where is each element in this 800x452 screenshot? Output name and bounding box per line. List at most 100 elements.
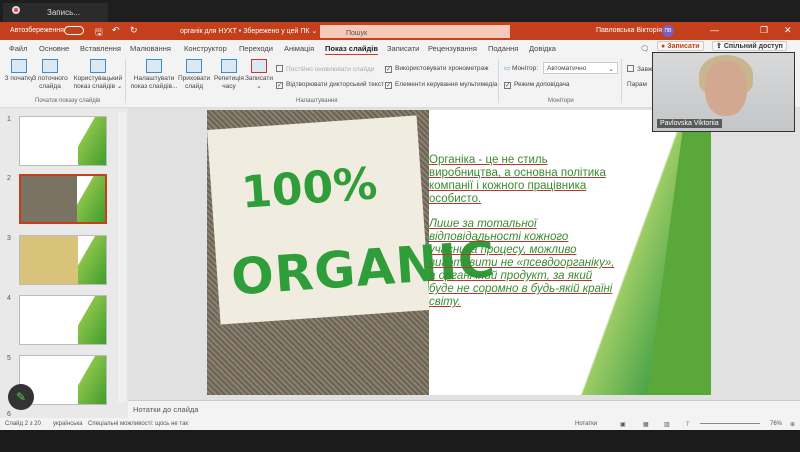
recording-tab-label: Запись... — [47, 8, 80, 17]
tab-insert[interactable]: Вставлення — [80, 44, 121, 53]
webcam-overlay: Pavlovska Viktoriia — [652, 52, 795, 132]
use-timings-checkbox[interactable]: ✓ Використовувати хронометраж — [385, 65, 488, 73]
label: Елементи керування мультимедіа — [395, 81, 498, 88]
close-icon[interactable]: ✕ — [784, 25, 792, 36]
record-button[interactable]: Записати ⌄ — [244, 59, 274, 91]
slideshow-view-icon[interactable]: ⊤ — [685, 421, 690, 428]
restore-icon[interactable]: ❐ — [760, 25, 768, 36]
tab-record[interactable]: Записати — [387, 44, 419, 53]
share-button[interactable]: ⇪ Спільний доступ — [712, 41, 787, 51]
slide-counter: Слайд 2 з 20 — [5, 421, 41, 427]
zoom-slider[interactable] — [700, 423, 760, 424]
record-icon — [12, 6, 20, 14]
hide-slide-button[interactable]: Приховати слайд — [178, 59, 210, 91]
label: Записати ⌄ — [244, 75, 274, 90]
group-label: Початок показу слайдів — [35, 98, 101, 104]
label: Режим доповідача — [514, 81, 570, 88]
record-top-button[interactable]: ● Записати — [657, 41, 704, 51]
tab-help[interactable]: Довідка — [529, 44, 556, 53]
thumb-number: 2 — [7, 175, 11, 182]
hide-slide-icon — [186, 59, 202, 73]
label: Репетиція часу — [214, 75, 244, 90]
label: Спільний доступ — [723, 43, 783, 50]
search-placeholder: Пошук — [346, 30, 368, 37]
slideshow-icon — [11, 59, 27, 73]
setup-icon — [146, 59, 162, 73]
search-input[interactable]: Пошук — [320, 25, 510, 38]
label: Постійно оновлювати слайди — [286, 66, 375, 73]
thumb-number: 3 — [7, 235, 11, 242]
paragraph-1: Органіка - це не стиль виробництва, а ос… — [429, 154, 606, 205]
accessibility-status[interactable]: Спеціальні можливості: щось не так — [88, 421, 188, 427]
thumbnail-scrollbar[interactable] — [118, 112, 126, 402]
chevron-down-icon: ⌄ — [608, 66, 614, 73]
stamp-100: 100% — [239, 158, 379, 219]
share-icon: ⇪ — [716, 43, 724, 50]
presenter-view-checkbox[interactable]: ✓ Режим доповідача — [504, 81, 570, 89]
label: Парам — [627, 81, 647, 88]
fit-icon[interactable]: ⊕ — [790, 421, 795, 428]
thumb-number: 1 — [7, 116, 11, 123]
label: Налаштувати показ слайдів... — [130, 75, 178, 90]
custom-show-button[interactable]: Користувацький показ слайдів ⌄ — [70, 59, 126, 91]
reading-view-icon[interactable]: ▥ — [664, 421, 670, 428]
label: Приховати слайд — [178, 75, 211, 90]
timer-icon — [221, 59, 237, 73]
media-controls-checkbox[interactable]: ✓ Елементи керування мультимедіа — [385, 81, 497, 89]
slide-thumbnail-2[interactable] — [19, 174, 107, 224]
slide-text: Органіка - це не стиль виробництва, а ос… — [429, 154, 617, 321]
slide-thumbnail-3[interactable] — [19, 235, 107, 285]
slide-thumbnail-pane: 1 2 3 4 5 6 — [0, 108, 128, 418]
avatar[interactable]: ПВ — [662, 25, 674, 37]
language[interactable]: українська — [53, 421, 83, 427]
tab-design[interactable]: Конструктор — [184, 44, 227, 53]
minimize-icon[interactable]: — — [710, 25, 719, 35]
comments-icon[interactable]: 🗨 — [640, 44, 650, 53]
pen-icon[interactable]: ✎ — [8, 384, 34, 410]
record-icon — [251, 59, 267, 73]
setup-show-button[interactable]: Налаштувати показ слайдів... — [130, 59, 178, 91]
organic-photo: 100% ORGANIC — [207, 110, 498, 395]
thumb-number: 4 — [7, 295, 11, 302]
undo-icon[interactable]: ↶ — [112, 25, 120, 36]
keep-updated-checkbox[interactable]: Постійно оновлювати слайди — [276, 65, 374, 73]
paragraph-2: Лише за тотальної відповідальності кожно… — [429, 218, 615, 308]
notes-field[interactable]: Нотатки до слайда — [128, 400, 800, 418]
autosave-label: Автозбереження — [10, 27, 64, 34]
from-current-button[interactable]: З поточного слайда — [30, 59, 70, 91]
thumb-number: 6 — [7, 411, 11, 418]
label: Використовувати хронометраж — [395, 65, 489, 72]
group-label: Монітори — [548, 98, 574, 104]
tab-transitions[interactable]: Переходи — [239, 44, 273, 53]
tab-file[interactable]: Файл — [9, 44, 27, 53]
tab-view[interactable]: Подання — [488, 44, 518, 53]
tab-home[interactable]: Основне — [39, 44, 69, 53]
play-narration-checkbox[interactable]: ✓ Відтворювати дикторський текст — [276, 81, 384, 89]
slideshow-icon — [90, 59, 106, 73]
thumb-number: 5 — [7, 355, 11, 362]
save-icon[interactable]: 🖫 — [95, 25, 103, 41]
monitor-icon: ▭ — [504, 65, 512, 72]
status-bar: Слайд 2 з 20 українська Спеціальні можли… — [0, 418, 800, 430]
rehearse-button[interactable]: Репетиція часу — [212, 59, 246, 91]
participant-name: Pavlovska Viktoriia — [657, 119, 722, 128]
redo-icon[interactable]: ↻ — [130, 25, 138, 36]
autosave-toggle[interactable] — [64, 26, 84, 35]
tab-review[interactable]: Рецензування — [428, 44, 477, 53]
slide-thumbnail-4[interactable] — [19, 295, 107, 345]
zoom-level[interactable]: 76% — [770, 421, 782, 427]
document-title[interactable]: органік для НУХТ • Збережено у цей ПК ⌄ — [180, 27, 317, 35]
title-bar: Автозбереження 🖫 ↶ ↻ органік для НУХТ • … — [0, 22, 800, 40]
notes-button[interactable]: Нотатки — [575, 421, 597, 427]
monitor-select[interactable]: Автоматично ⌄ — [543, 62, 618, 74]
current-slide[interactable]: 100% ORGANIC Органіка - це не стиль виро… — [207, 110, 711, 395]
sorter-view-icon[interactable]: ▦ — [643, 421, 649, 428]
tab-animations[interactable]: Анімація — [284, 44, 314, 53]
tab-draw[interactable]: Малювання — [130, 44, 171, 53]
slide-thumbnail-1[interactable] — [19, 116, 107, 166]
label: Автоматично — [547, 65, 587, 72]
params-button[interactable]: Парам — [627, 81, 647, 88]
normal-view-icon[interactable]: ▣ — [620, 421, 626, 428]
recorder-bar: Запись... — [0, 0, 800, 22]
paper-label: 100% ORGANIC — [207, 115, 498, 325]
